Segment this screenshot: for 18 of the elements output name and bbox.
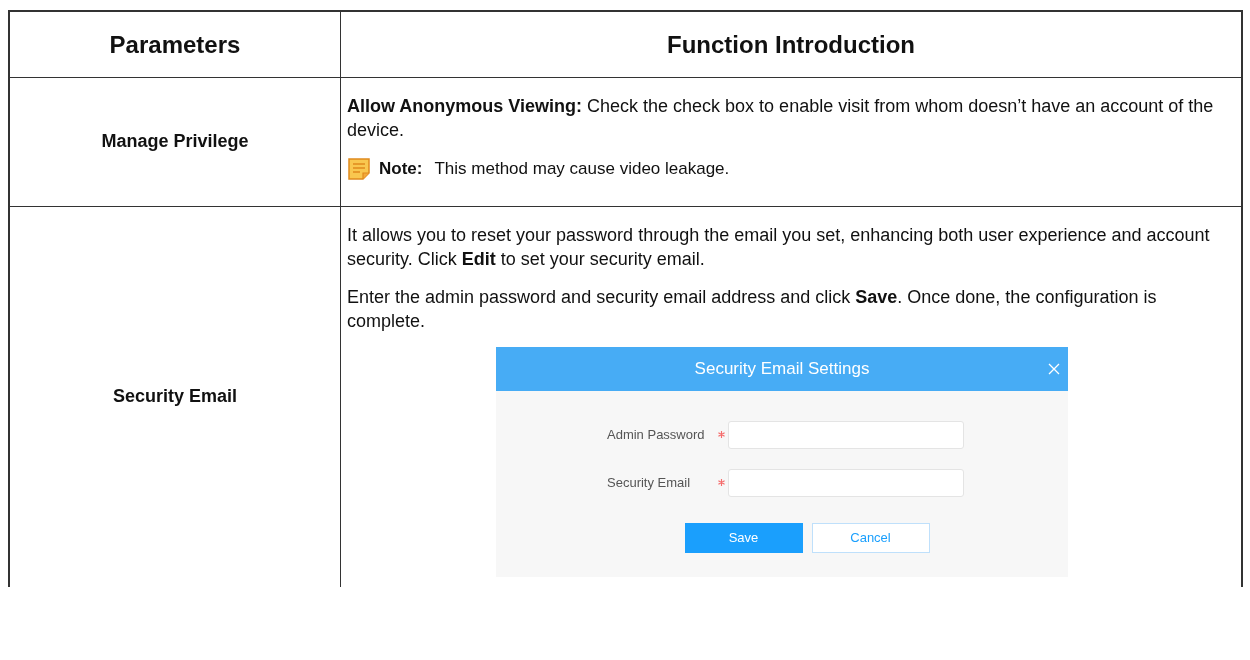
input-field[interactable] — [728, 468, 964, 497]
close-icon[interactable] — [1048, 362, 1060, 375]
parameter-name: Security Email — [112, 385, 238, 408]
column-header: Function Introduction — [666, 29, 916, 60]
description-text: Enter the admin password and security email address and click Save. Once done, the configuration is complete. — [347, 285, 1158, 333]
input-field[interactable] — [728, 420, 964, 449]
dialog-title: Security Email Settings — [694, 357, 870, 380]
note-text: This method may cause video leakage. — [434, 158, 730, 180]
note-icon — [347, 156, 371, 181]
note-label: Note: — [379, 158, 423, 180]
cancel-button[interactable]: Cancel — [811, 522, 930, 553]
field-label: Admin Password — [607, 425, 706, 444]
description-text: Allow Anonymous Viewing: Check the check box to enable visit from whom doesn’t have an account of the device. — [347, 95, 1215, 142]
save-button[interactable]: Save — [684, 522, 803, 553]
description-text: It allows you to reset your password through the email you set, enhancing both user experience and account security. Click Edit to set your security email. — [347, 223, 1211, 271]
parameter-name: Manage Privilege — [101, 130, 249, 154]
field-label: Security Email — [607, 473, 692, 492]
column-header: Parameters — [10, 12, 341, 77]
